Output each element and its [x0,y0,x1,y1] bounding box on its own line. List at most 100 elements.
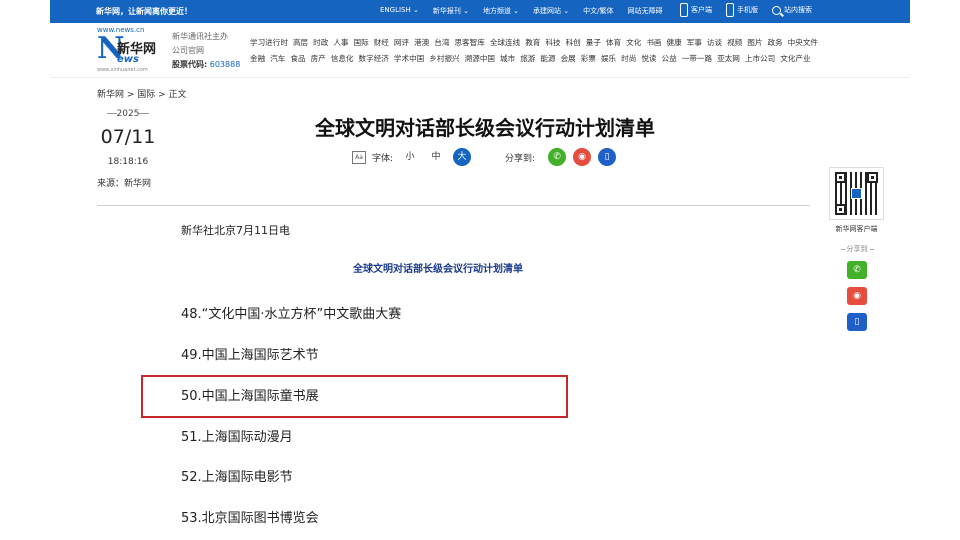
phone-icon [680,3,688,17]
channel-link[interactable]: 思客智库 [454,35,484,51]
article-subtitle: 全球文明对话部长级会议行动计划清单 [353,264,523,275]
list-item: 48.“文化中国·水立方杯”中文歌曲大赛 [181,307,402,322]
channel-link[interactable]: 公益 [662,51,677,67]
channel-link[interactable]: 中央文件 [788,35,818,51]
channel-link[interactable]: 学习进行时 [250,35,288,51]
client-app-link[interactable]: 客户端 [680,3,712,17]
side-weibo-icon[interactable]: ◉ [847,287,867,305]
channel-link[interactable]: 教育 [525,35,540,51]
breadcrumb[interactable]: 新华网 > 国际 > 正文 [97,87,187,100]
channel-link[interactable]: 城市 [500,51,515,67]
site-slogan: 新华网，让新闻离你更近！ [96,7,192,16]
stock-code[interactable]: 603888 [210,60,241,69]
link-built-sites[interactable]: 承建网站 ⌄ [533,6,569,16]
channel-link[interactable]: 量子 [586,35,601,51]
link-newspapers[interactable]: 新华报刊 ⌄ [433,6,469,16]
date-year: 2025 [97,109,159,119]
side-mobile-icon[interactable]: ▯ [847,313,867,331]
sponsor-line: 新华通讯社主办 [172,32,228,41]
mobile-share-icon[interactable]: ▯ [598,148,617,166]
channel-link[interactable]: 体育 [606,35,621,51]
qr-logo-icon [851,188,862,199]
channel-link[interactable]: 书画 [646,35,661,51]
channel-link[interactable]: 乡村振兴 [429,51,459,67]
font-medium-button[interactable]: 中 [427,148,445,166]
channel-link[interactable]: 财经 [374,35,389,51]
top-links: ENGLISH ⌄ 新华报刊 ⌄ 地方频道 ⌄ 承建网站 ⌄ 中文/繁体 网站无… [380,6,663,16]
content-divider [97,205,810,206]
channel-link[interactable]: 视频 [727,35,742,51]
mobile-version-link[interactable]: 手机版 [726,3,758,17]
top-nav-bar: 新华网，让新闻离你更近！ ENGLISH ⌄ 新华报刊 ⌄ 地方频道 ⌄ 承建网… [50,0,910,23]
list-item: 51.上海国际动漫月 [181,430,293,445]
list-item: 53.北京国际图书博览会 [181,511,319,526]
header-divider [50,77,910,78]
channel-link[interactable]: 时政 [313,35,328,51]
channel-link[interactable]: 房产 [311,51,326,67]
site-search-link[interactable]: 站内搜索 [772,5,812,15]
channel-link[interactable]: 能源 [540,51,555,67]
channel-link[interactable]: 汽车 [270,51,285,67]
top-apps: 客户端 手机版 站内搜索 [680,3,812,17]
article-lead: 新华社北京7月11日电 [181,224,290,237]
mobile-icon [726,3,734,17]
channel-link[interactable]: 国际 [354,35,369,51]
channel-link[interactable]: 时尚 [621,51,636,67]
channel-link[interactable]: 网评 [394,35,409,51]
channel-link[interactable]: 悦读 [641,51,656,67]
channel-link[interactable]: 上市公司 [745,51,775,67]
channel-link[interactable]: 人事 [333,35,348,51]
channel-link[interactable]: 金融 [250,51,265,67]
date-month-day: 07/11 [100,126,156,148]
official-site-link[interactable]: 公司官网 [172,44,240,58]
channel-link[interactable]: 会展 [561,51,576,67]
channel-link[interactable]: 一带一路 [682,51,712,67]
channel-link[interactable]: 娱乐 [601,51,616,67]
qr-finder [835,172,846,183]
font-size-icon: Aa [352,150,366,164]
channel-nav: 学习进行时 高层 时政 人事 国际 财经 网评 港澳 台湾 思客智库 全球连线 教育 科技 科创 量子 体育文… [250,35,820,67]
page-title: 全球文明对话部长级会议行动计划清单 [315,116,655,140]
link-english[interactable]: ENGLISH ⌄ [380,6,419,16]
channel-link[interactable]: 旅游 [520,51,535,67]
font-small-button[interactable]: 小 [401,148,419,166]
link-accessibility[interactable]: 网站无障碍 [628,6,663,16]
channel-link[interactable]: 科技 [545,35,560,51]
site-logo[interactable]: www.news.cn N 新华网 ews www.xinhuanet.com [97,26,169,74]
qr-finder [867,172,878,183]
link-traditional[interactable]: 中文/繁体 [583,6,613,16]
list-item: 52.上海国际电影节 [181,470,293,485]
channel-link[interactable]: 学术中国 [394,51,424,67]
search-icon [772,5,781,15]
channel-link[interactable]: 亚太网 [717,51,740,67]
channel-link[interactable]: 溯源中国 [465,51,495,67]
wechat-share-icon[interactable]: ✆ [548,148,567,166]
link-local-channels[interactable]: 地方频道 ⌄ [483,6,519,16]
channel-link[interactable]: 全球连线 [490,35,520,51]
logo-ews: ews [117,54,139,65]
channel-link[interactable]: 文化产业 [780,51,810,67]
channel-link[interactable]: 政务 [767,35,782,51]
channel-link[interactable]: 数字经济 [359,51,389,67]
channel-link[interactable]: 访谈 [707,35,722,51]
channel-link[interactable]: 科创 [566,35,581,51]
side-wechat-icon[interactable]: ✆ [847,261,867,279]
channel-link[interactable]: 军事 [687,35,702,51]
font-large-button[interactable]: 大 [453,148,472,166]
channel-link[interactable]: 健康 [667,35,682,51]
channel-link[interactable]: 食品 [290,51,305,67]
weibo-share-icon[interactable]: ◉ [573,148,592,166]
article-source: 来源：新华网 [97,179,152,189]
channel-link[interactable]: 台湾 [434,35,449,51]
channel-row-2: 金融 汽车 食品 房产 信息化 数字经济 学术中国 乡村振兴 溯源中国 城市 旅游 能源 会展 彩票 娱乐时… [250,51,820,67]
side-share-label: 分享到 [838,244,876,254]
channel-link[interactable]: 信息化 [331,51,354,67]
qr-code [829,167,884,220]
channel-link[interactable]: 港澳 [414,35,429,51]
channel-link[interactable]: 文化 [626,35,641,51]
channel-link[interactable]: 彩票 [581,51,596,67]
stock-label: 股票代码: [172,60,208,69]
channel-link[interactable]: 图片 [747,35,762,51]
channel-link[interactable]: 高层 [293,35,308,51]
qr-finder [835,204,846,215]
